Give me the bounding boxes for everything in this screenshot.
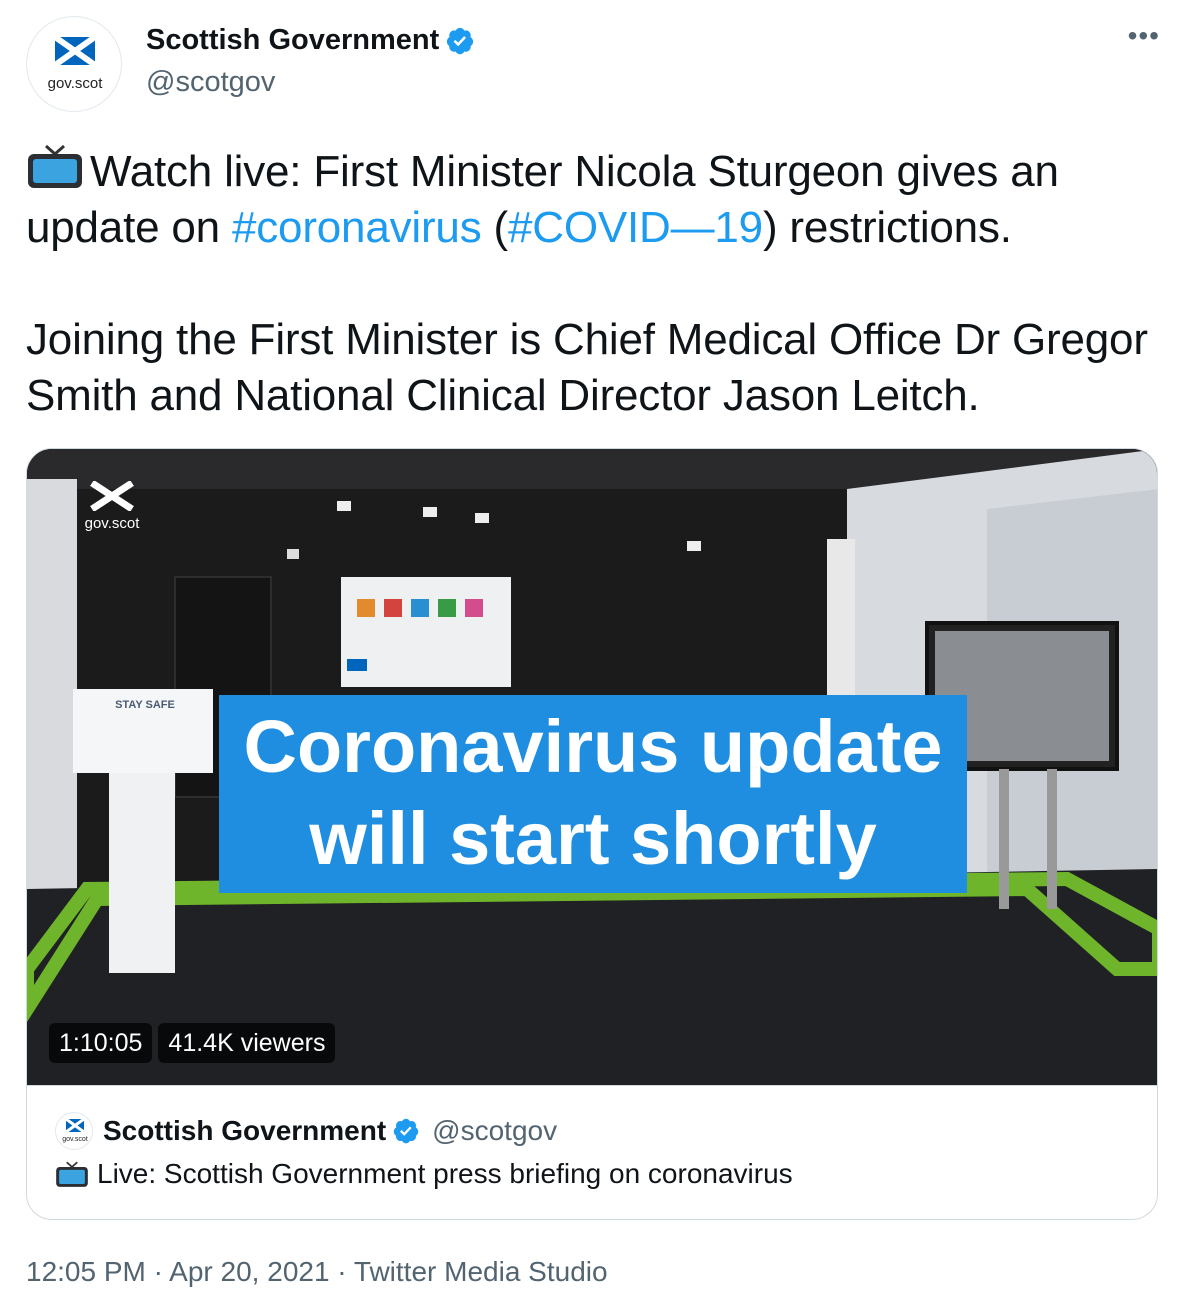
tweet-line-2: update on #coronavirus (#COVID—19) restr… xyxy=(26,200,1156,256)
tweet-line-2-end: ) restrictions. xyxy=(762,203,1012,252)
tweet-header: gov.scot Scottish Government @scotgov ••… xyxy=(26,16,1166,116)
author-display-name[interactable]: Scottish Government xyxy=(146,24,439,57)
tweet-line-1-text: Watch live: First Minister Nicola Sturge… xyxy=(90,147,1059,196)
card-author-avatar: gov.scot xyxy=(55,1112,93,1150)
banner-line-2: will start shortly xyxy=(309,797,877,880)
banner-line-1: Coronavirus update xyxy=(243,705,943,788)
tweet-paragraph-2: Joining the First Minister is Chief Medi… xyxy=(26,315,1148,420)
author-avatar[interactable]: gov.scot xyxy=(26,16,122,112)
tweet-line-2-mid: ( xyxy=(481,203,509,252)
saltire-logo-icon xyxy=(90,480,134,512)
video-gov-logo: gov.scot xyxy=(77,480,147,532)
broadcast-card[interactable]: gov.scot STAY SAFE Coronavirus update wi… xyxy=(26,448,1158,1220)
card-author-handle: @scotgov xyxy=(432,1115,558,1146)
mini-avatar-label: gov.scot xyxy=(62,1136,88,1143)
tweet-line-2-start: update on xyxy=(26,203,232,252)
card-title-row: Live: Scottish Government press briefing… xyxy=(55,1158,793,1190)
author-handle[interactable]: @scotgov xyxy=(146,66,275,99)
hashtag-coronavirus-link[interactable]: #coronavirus xyxy=(232,203,482,252)
mini-saltire-icon xyxy=(66,1119,84,1132)
tweet-metadata[interactable]: 12:05 PM · Apr 20, 2021 · Twitter Media … xyxy=(26,1256,608,1288)
card-author-row: gov.scot Scottish Government @scotgov xyxy=(55,1112,557,1150)
viewers-badge: 41.4K viewers xyxy=(158,1023,336,1063)
hashtag-covid19-link[interactable]: #COVID—19 xyxy=(508,203,763,252)
author-name-row: Scottish Government xyxy=(146,24,475,57)
tweet-line-1: Watch live: First Minister Nicola Sturge… xyxy=(26,142,1156,200)
tweet-text: Watch live: First Minister Nicola Sturge… xyxy=(26,142,1156,424)
duration-badge: 1:10:05 xyxy=(49,1023,153,1063)
card-television-icon xyxy=(56,1161,88,1187)
saltire-flag-icon xyxy=(55,37,95,65)
card-author-name: Scottish Government xyxy=(103,1115,387,1146)
more-options-button[interactable]: ••• xyxy=(1128,20,1160,52)
coming-soon-banner: Coronavirus update will start shortly xyxy=(219,695,967,893)
card-footer[interactable]: gov.scot Scottish Government @scotgov Li… xyxy=(27,1085,1157,1219)
card-verified-badge-icon xyxy=(393,1118,419,1144)
lectern-text: STAY SAFE xyxy=(115,699,175,711)
television-icon xyxy=(28,144,82,188)
video-player[interactable]: gov.scot STAY SAFE Coronavirus update wi… xyxy=(27,449,1157,1085)
avatar-label: gov.scot xyxy=(47,75,103,92)
video-logo-text: gov.scot xyxy=(84,515,140,532)
card-title: Live: Scottish Government press briefing… xyxy=(97,1158,793,1189)
verified-badge-icon xyxy=(447,27,474,54)
video-badges: 1:10:05 41.4K viewers xyxy=(49,1023,336,1063)
